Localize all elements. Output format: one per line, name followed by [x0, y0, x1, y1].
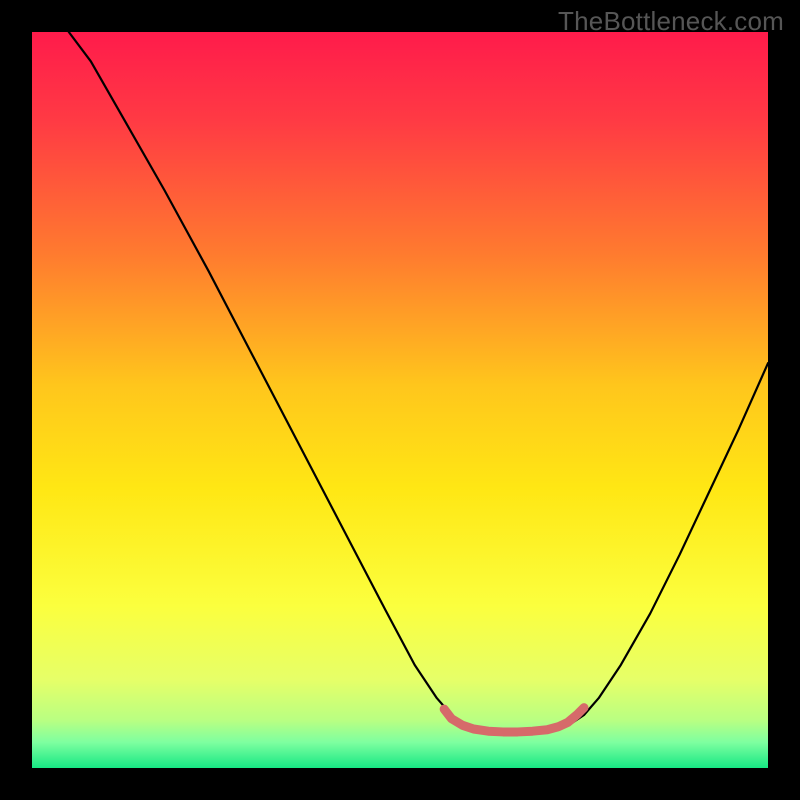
bottleneck-chart: [0, 0, 800, 800]
chart-frame: TheBottleneck.com: [0, 0, 800, 800]
plot-background: [32, 32, 768, 768]
watermark-text: TheBottleneck.com: [558, 6, 784, 37]
